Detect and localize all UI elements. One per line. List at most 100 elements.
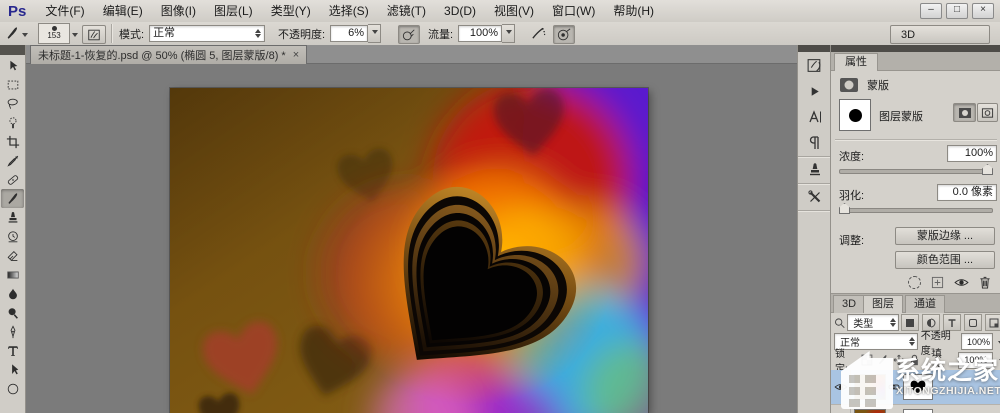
color-range-button[interactable]: 颜色范围 ... — [895, 251, 995, 269]
ellipse-tool[interactable] — [1, 379, 24, 398]
tab-layers[interactable]: 图层 — [863, 295, 903, 313]
menu-view[interactable]: 视图(V) — [485, 0, 543, 22]
clone-source-panel-button[interactable] — [798, 157, 831, 183]
brush-preset-button[interactable]: 153 — [38, 25, 78, 42]
vector-mask-icon — [981, 107, 994, 119]
character-panel-button[interactable] — [798, 104, 831, 130]
eraser-tool[interactable] — [1, 246, 24, 265]
dock-collapse-handle[interactable] — [798, 45, 831, 52]
path-selection-tool[interactable] — [1, 360, 24, 379]
tab-3d[interactable]: 3D — [833, 295, 865, 313]
menu-window[interactable]: 窗口(W) — [543, 0, 604, 22]
rectangular-marquee-tool[interactable] — [1, 75, 24, 94]
dodge-tool[interactable] — [1, 303, 24, 322]
tool-preset-picker[interactable] — [5, 25, 28, 42]
density-slider-thumb[interactable] — [982, 164, 993, 175]
pen-tool[interactable] — [1, 322, 24, 341]
menu-image[interactable]: 图像(I) — [152, 0, 205, 22]
filter-shape-layers-button[interactable] — [964, 314, 982, 331]
layer-mask-thumbnail[interactable] — [903, 374, 933, 400]
menu-help[interactable]: 帮助(H) — [604, 0, 663, 22]
restore-button[interactable]: □ — [946, 3, 968, 19]
layer-visibility-cell[interactable] — [831, 370, 851, 404]
filter-pixel-layers-button[interactable] — [901, 314, 919, 331]
brush-panel-button[interactable] — [798, 52, 831, 78]
layer-mask-thumbnail[interactable] — [903, 409, 933, 413]
airbrush-button[interactable] — [528, 25, 548, 42]
density-value: 100% — [965, 147, 993, 159]
feather-input[interactable]: 0.0 像素 — [937, 184, 997, 201]
lock-pixels-brush-icon[interactable] — [877, 354, 889, 366]
type-tool[interactable] — [1, 341, 24, 360]
flow-input[interactable]: 100% — [458, 25, 502, 42]
menu-layer[interactable]: 图层(L) — [205, 0, 262, 22]
load-selection-icon[interactable] — [908, 276, 921, 289]
opacity-dropdown-button[interactable] — [368, 24, 381, 43]
menu-file[interactable]: 文件(F) — [36, 0, 93, 22]
tab-channels[interactable]: 通道 — [905, 295, 945, 313]
mask-edge-button[interactable]: 蒙版边缘 ... — [895, 227, 995, 245]
crop-tool[interactable] — [1, 132, 24, 151]
history-brush-tool[interactable] — [1, 227, 24, 246]
fill-input[interactable]: 100% — [958, 352, 993, 369]
apply-mask-icon[interactable] — [931, 276, 944, 289]
feather-slider[interactable] — [839, 208, 993, 213]
tab-close-icon[interactable]: × — [293, 49, 299, 61]
eyedropper-tool[interactable] — [1, 151, 24, 170]
spot-healing-tool[interactable] — [1, 170, 24, 189]
layer-thumbnail[interactable] — [854, 374, 886, 400]
layer-row-selected[interactable] — [831, 370, 1000, 405]
filter-kind-select[interactable]: 类型 — [847, 314, 899, 331]
workspace-3d-button[interactable]: 3D — [890, 25, 990, 44]
airbrush-icon — [531, 26, 546, 41]
clone-stamp-tool[interactable] — [1, 208, 24, 227]
actions-panel-button[interactable] — [798, 78, 831, 104]
delete-mask-trash-icon[interactable] — [979, 276, 991, 289]
close-button[interactable]: × — [972, 3, 994, 19]
lock-transparency-icon[interactable] — [861, 354, 873, 366]
toggle-brush-panel-button[interactable] — [82, 25, 106, 44]
select-pixel-mask-button[interactable] — [953, 103, 976, 122]
minimize-button[interactable]: – — [920, 3, 942, 19]
layer-thumbnail[interactable] — [854, 409, 886, 413]
pen-icon — [6, 325, 20, 339]
pressure-size-button[interactable] — [553, 25, 575, 44]
select-vector-mask-button[interactable] — [977, 103, 998, 122]
smart-object-icon — [989, 318, 999, 328]
mode-select[interactable]: 正常 — [149, 25, 265, 42]
lasso-tool[interactable] — [1, 94, 24, 113]
blur-tool[interactable] — [1, 284, 24, 303]
menu-filter[interactable]: 滤镜(T) — [378, 0, 435, 22]
layer-row[interactable] — [831, 405, 1000, 413]
lock-position-icon[interactable] — [893, 354, 905, 366]
menu-3d[interactable]: 3D(D) — [435, 0, 485, 22]
density-input[interactable]: 100% — [947, 145, 997, 162]
menu-type[interactable]: 类型(Y) — [262, 0, 320, 22]
menu-select[interactable]: 选择(S) — [320, 0, 378, 22]
mask-visibility-eye-icon[interactable] — [954, 277, 969, 288]
layer-mask-thumbnail[interactable] — [839, 99, 871, 131]
feather-slider-thumb[interactable] — [839, 203, 850, 214]
canvas-artwork[interactable] — [170, 88, 648, 413]
mask-link-chain-icon[interactable] — [888, 382, 900, 392]
layer-visibility-cell[interactable] — [831, 405, 851, 413]
tools-panel-collapse-handle[interactable] — [0, 45, 25, 55]
quick-selection-tool[interactable] — [1, 113, 24, 132]
paragraph-panel-button[interactable] — [798, 130, 831, 156]
panel-collapse-handle[interactable] — [831, 45, 1000, 52]
layers-opacity-input[interactable]: 100% — [961, 333, 993, 350]
filter-smart-objects-button[interactable] — [985, 314, 1000, 331]
menu-edit[interactable]: 编辑(E) — [94, 0, 152, 22]
gradient-tool[interactable] — [1, 265, 24, 284]
tab-properties[interactable]: 属性 — [834, 53, 878, 71]
document-tab[interactable]: 未标题-1-恢复的.psd @ 50% (椭圆 5, 图层蒙版/8) * × — [30, 45, 307, 64]
opacity-input[interactable]: 6% — [330, 25, 368, 42]
flow-dropdown-button[interactable] — [502, 24, 515, 43]
density-slider[interactable] — [839, 169, 993, 174]
lock-all-icon[interactable] — [909, 354, 920, 366]
tool-presets-panel-button[interactable] — [798, 184, 831, 210]
move-tool[interactable] — [1, 56, 24, 75]
pressure-opacity-button[interactable] — [398, 25, 420, 44]
layers-tab-strip: 3D 图层 通道 — [831, 293, 1000, 313]
brush-tool[interactable] — [1, 189, 24, 208]
